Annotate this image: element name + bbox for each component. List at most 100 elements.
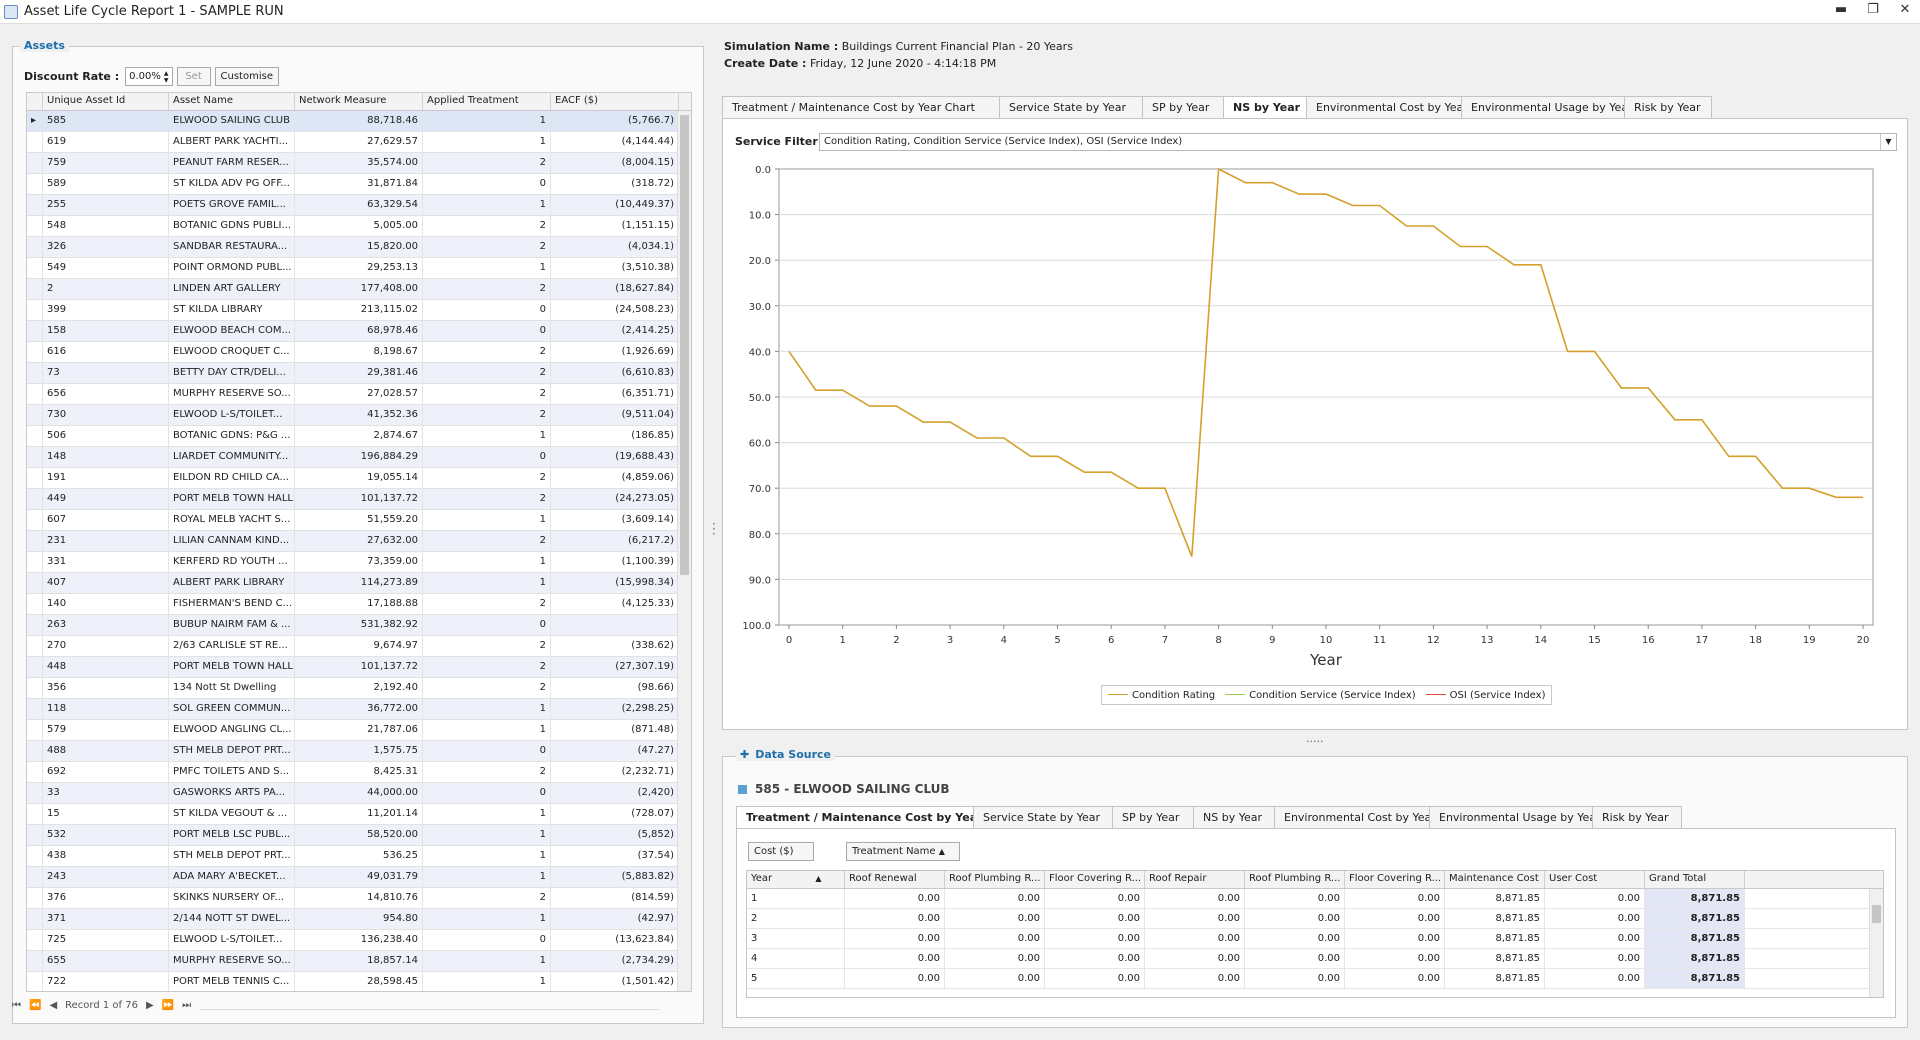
discount-rate-input[interactable]: 0.00% ▲ ▼: [125, 67, 173, 86]
tab-service-state[interactable]: Service State by Year: [999, 96, 1143, 118]
scrollbar-thumb[interactable]: [680, 115, 689, 575]
table-row[interactable]: 356 134 Nott St Dwelling 2,192.40 2 (98.66): [27, 678, 691, 699]
table-row[interactable]: 759 PEANUT FARM RESER... 35,574.00 2 (8,004.…: [27, 153, 691, 174]
table-row[interactable]: 438 STH MELB DEPOT PRT... 536.25 1 (37.54): [27, 846, 691, 867]
table-row[interactable]: 231 LILIAN CANNAM KIND... 27,632.00 2 (6,217…: [27, 531, 691, 552]
minimize-button[interactable]: ▬: [1834, 2, 1848, 17]
first-record-icon[interactable]: ⏮: [12, 1000, 21, 1011]
table-row[interactable]: 118 SOL GREEN COMMUN... 36,772.00 1 (2,298.2…: [27, 699, 691, 720]
tab-risk-by-year[interactable]: Risk by Year: [1624, 96, 1712, 118]
ds-column-header[interactable]: Floor Covering R...: [1045, 871, 1145, 888]
table-row[interactable]: 399 ST KILDA LIBRARY 213,115.02 0 (24,508.23…: [27, 300, 691, 321]
table-row[interactable]: 270 2/63 CARLISLE ST RE... 9,674.97 2 (338.6…: [27, 636, 691, 657]
tab-treatment-cost-chart[interactable]: Treatment / Maintenance Cost by Year Cha…: [722, 96, 1000, 118]
table-row[interactable]: 488 STH MELB DEPOT PRT... 1,575.75 0 (47.27): [27, 741, 691, 762]
close-button[interactable]: ✕: [1898, 2, 1912, 17]
scrollbar-thumb[interactable]: [1872, 905, 1881, 923]
table-row[interactable]: 15 ST KILDA VEGOUT & ... 11,201.14 1 (728.07…: [27, 804, 691, 825]
ds-column-header[interactable]: Grand Total: [1645, 871, 1745, 888]
assets-vertical-scrollbar[interactable]: [677, 111, 691, 991]
cost-field-chip[interactable]: Cost ($): [748, 842, 814, 861]
set-button[interactable]: Set: [176, 67, 211, 86]
table-row[interactable]: 331 KERFERD RD YOUTH ... 73,359.00 1 (1,100.…: [27, 552, 691, 573]
column-header-network-measure[interactable]: Network Measure: [295, 93, 423, 110]
restore-button[interactable]: ❐: [1866, 2, 1880, 17]
column-header-applied-treatment[interactable]: Applied Treatment: [423, 93, 551, 110]
customise-button[interactable]: Customise: [214, 67, 279, 86]
ds-column-header[interactable]: Floor Covering R...: [1345, 871, 1445, 888]
table-row[interactable]: 449 PORT MELB TOWN HALL 101,137.72 2 (24,273…: [27, 489, 691, 510]
ds-column-header-year[interactable]: Year ▲: [747, 871, 845, 888]
table-row[interactable]: 549 POINT ORMOND PUBL... 29,253.13 1 (3,510.…: [27, 258, 691, 279]
table-row[interactable]: 607 ROYAL MELB YACHT S... 51,559.20 1 (3,609…: [27, 510, 691, 531]
table-row[interactable]: 158 ELWOOD BEACH COM... 68,978.46 0 (2,414.2…: [27, 321, 691, 342]
table-row[interactable]: 2 0.00 0.00 0.00 0.00 0.00 0.00 8,871.85 0.00 8,8…: [747, 909, 1883, 929]
table-row[interactable]: 692 PMFC TOILETS AND S... 8,425.31 2 (2,232.…: [27, 762, 691, 783]
table-row[interactable]: 5 0.00 0.00 0.00 0.00 0.00 0.00 8,871.85 0.00 8,8…: [747, 969, 1883, 989]
table-row[interactable]: 448 PORT MELB TOWN HALL 101,137.72 2 (27,307…: [27, 657, 691, 678]
table-row[interactable]: 148 LIARDET COMMUNITY... 196,884.29 0 (19,68…: [27, 447, 691, 468]
chevron-down-icon[interactable]: ▼: [1880, 134, 1896, 150]
table-row[interactable]: 730 ELWOOD L-S/TOILET... 41,352.36 2 (9,511.…: [27, 405, 691, 426]
table-row[interactable]: 4 0.00 0.00 0.00 0.00 0.00 0.00 8,871.85 0.00 8,8…: [747, 949, 1883, 969]
table-row[interactable]: 655 MURPHY RESERVE SO... 18,857.14 1 (2,734.…: [27, 951, 691, 972]
ds-column-header[interactable]: Maintenance Cost: [1445, 871, 1545, 888]
table-row[interactable]: 191 EILDON RD CHILD CA... 19,055.14 2 (4,859…: [27, 468, 691, 489]
ds-tab-sp-by-year[interactable]: SP by Year: [1112, 806, 1194, 828]
tab-sp-by-year[interactable]: SP by Year: [1142, 96, 1224, 118]
prev-record-icon[interactable]: ◀: [49, 1000, 57, 1011]
table-row[interactable]: 407 ALBERT PARK LIBRARY 114,273.89 1 (15,998…: [27, 573, 691, 594]
next-page-icon[interactable]: ⏩: [162, 1000, 174, 1011]
horizontal-splitter-icon[interactable]: .....: [1306, 732, 1323, 745]
table-row[interactable]: 140 FISHERMAN'S BEND C... 17,188.88 2 (4,125…: [27, 594, 691, 615]
ds-column-header[interactable]: Roof Plumbing R...: [945, 871, 1045, 888]
ds-tab-service-state[interactable]: Service State by Year: [973, 806, 1113, 828]
table-row[interactable]: ▸ 585 ELWOOD SAILING CLUB 88,718.46 1 (5,766.…: [27, 111, 691, 132]
service-filter-select[interactable]: Condition Rating, Condition Service (Ser…: [819, 133, 1897, 151]
ds-column-header[interactable]: User Cost: [1545, 871, 1645, 888]
ds-column-header[interactable]: Roof Plumbing R...: [1245, 871, 1345, 888]
table-row[interactable]: 2 LINDEN ART GALLERY 177,408.00 2 (18,627.84…: [27, 279, 691, 300]
tab-ns-by-year[interactable]: NS by Year: [1223, 96, 1307, 119]
table-row[interactable]: 263 BUBUP NAIRM FAM & ... 531,382.92 0: [27, 615, 691, 636]
column-header-eacf[interactable]: EACF ($): [551, 93, 679, 110]
tab-environmental-cost[interactable]: Environmental Cost by Year: [1306, 96, 1468, 118]
table-row[interactable]: 548 BOTANIC GDNS PUBLI... 5,005.00 2 (1,151.…: [27, 216, 691, 237]
prev-page-icon[interactable]: ⏪: [29, 1000, 41, 1011]
vertical-splitter-icon[interactable]: · · ·: [712, 518, 716, 540]
table-row[interactable]: 1 0.00 0.00 0.00 0.00 0.00 0.00 8,871.85 0.00 8,8…: [747, 889, 1883, 909]
table-row[interactable]: 73 BETTY DAY CTR/DELI... 29,381.46 2 (6,610.…: [27, 363, 691, 384]
ds-tab-environmental-usage[interactable]: Environmental Usage by Year: [1429, 806, 1601, 828]
table-row[interactable]: 656 MURPHY RESERVE SO... 27,028.57 2 (6,351.…: [27, 384, 691, 405]
table-row[interactable]: 619 ALBERT PARK YACHTI... 27,629.57 1 (4,144…: [27, 132, 691, 153]
table-row[interactable]: 376 SKINKS NURSERY OF... 14,810.76 2 (814.59…: [27, 888, 691, 909]
table-row[interactable]: 579 ELWOOD ANGLING CL... 21,787.06 1 (871.48…: [27, 720, 691, 741]
ds-tab-treatment-cost[interactable]: Treatment / Maintenance Cost by Year: [736, 806, 983, 829]
ds-tab-ns-by-year[interactable]: NS by Year: [1193, 806, 1275, 828]
ds-tab-environmental-cost[interactable]: Environmental Cost by Year: [1274, 806, 1436, 828]
ds-column-header[interactable]: Roof Repair: [1145, 871, 1245, 888]
table-row[interactable]: 243 ADA MARY A'BECKET... 49,031.79 1 (5,883.…: [27, 867, 691, 888]
table-row[interactable]: 371 2/144 NOTT ST DWEL... 954.80 1 (42.97): [27, 909, 691, 930]
pin-icon[interactable]: ✚: [740, 748, 749, 761]
column-header-asset-id[interactable]: Unique Asset Id: [43, 93, 169, 110]
ds-tab-risk-by-year[interactable]: Risk by Year: [1592, 806, 1682, 828]
table-row[interactable]: 33 GASWORKS ARTS PA... 44,000.00 0 (2,420): [27, 783, 691, 804]
table-row[interactable]: 532 PORT MELB LSC PUBL... 58,520.00 1 (5,852…: [27, 825, 691, 846]
table-row[interactable]: 616 ELWOOD CROQUET C... 8,198.67 2 (1,926.69…: [27, 342, 691, 363]
last-record-icon[interactable]: ⏭: [182, 1000, 191, 1011]
table-row[interactable]: 589 ST KILDA ADV PG OFF... 31,871.84 0 (318.…: [27, 174, 691, 195]
table-row[interactable]: 506 BOTANIC GDNS: P&G ... 2,874.67 1 (186.85…: [27, 426, 691, 447]
next-record-icon[interactable]: ▶: [146, 1000, 154, 1011]
ds-vertical-scrollbar[interactable]: [1869, 889, 1883, 997]
horizontal-scrollbar[interactable]: [199, 1000, 660, 1010]
table-row[interactable]: 3 0.00 0.00 0.00 0.00 0.00 0.00 8,871.85 0.00 8,8…: [747, 929, 1883, 949]
ds-column-header[interactable]: Roof Renewal: [845, 871, 945, 888]
table-row[interactable]: 722 PORT MELB TENNIS C... 28,598.45 1 (1,501…: [27, 972, 691, 991]
table-row[interactable]: 725 ELWOOD L-S/TOILET... 136,238.40 0 (13,62…: [27, 930, 691, 951]
tab-environmental-usage[interactable]: Environmental Usage by Year: [1461, 96, 1633, 118]
table-row[interactable]: 255 POETS GROVE FAMIL... 63,329.54 1 (10,449…: [27, 195, 691, 216]
column-header-asset-name[interactable]: Asset Name: [169, 93, 295, 110]
table-row[interactable]: 326 SANDBAR RESTAURA... 15,820.00 2 (4,034.1…: [27, 237, 691, 258]
spin-arrows-icon[interactable]: ▲ ▼: [164, 70, 169, 84]
